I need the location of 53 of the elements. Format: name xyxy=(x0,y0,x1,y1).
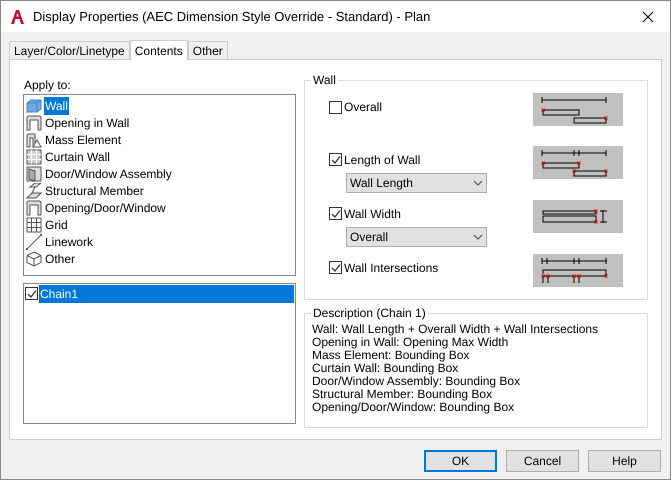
list-item[interactable]: Curtain Wall xyxy=(44,148,111,166)
chevron-down-icon xyxy=(473,180,483,186)
door-icon xyxy=(26,166,42,182)
checkbox[interactable] xyxy=(329,261,342,274)
description-line: Wall: Wall Length + Overall Width + Wall Intersections xyxy=(312,323,600,336)
list-item[interactable]: Grid xyxy=(44,216,69,234)
checkbox[interactable] xyxy=(329,207,342,220)
option-label: Wall Intersections xyxy=(344,260,438,276)
description-line: Opening/Door/Window: Bounding Box xyxy=(312,401,516,414)
chevron-down-icon xyxy=(473,234,483,240)
opening-icon xyxy=(26,200,42,216)
dropdown[interactable]: Overall xyxy=(346,226,487,246)
description-line: Structural Member: Bounding Box xyxy=(312,388,492,401)
option-label: Length of Wall xyxy=(344,152,420,168)
list-item[interactable]: Structural Member xyxy=(44,182,145,200)
group-title: Description (Chain 1) xyxy=(311,306,428,320)
curtain-grid-icon xyxy=(26,148,42,164)
checkbox[interactable] xyxy=(25,287,38,300)
window-title: Display Properties (AEC Dimension Style Override - Standard) - Plan xyxy=(33,8,432,26)
opening-icon xyxy=(26,114,42,130)
description-line: Opening in Wall: Opening Max Width xyxy=(312,336,510,349)
beam-icon xyxy=(26,182,42,198)
list-item[interactable]: Other xyxy=(44,250,76,268)
list-item[interactable]: Door/Window Assembly xyxy=(44,164,173,182)
wall-block-icon xyxy=(26,98,42,114)
option-label: Wall Width xyxy=(344,206,401,222)
line-icon xyxy=(26,234,42,250)
description-line: Curtain Wall: Bounding Box xyxy=(312,362,460,375)
list-item[interactable]: Wall xyxy=(44,96,69,114)
tab[interactable]: Other xyxy=(188,41,228,59)
cube-icon xyxy=(26,250,42,266)
option-label: Overall xyxy=(344,99,382,116)
tab[interactable]: Layer/Color/Linetype xyxy=(9,41,130,59)
description-line: Door/Window Assembly: Bounding Box xyxy=(312,375,522,388)
tab[interactable]: Contents xyxy=(130,40,188,60)
mass-shapes-icon xyxy=(26,132,42,148)
dialog-button[interactable]: OK xyxy=(424,450,497,472)
list-item[interactable]: Linework xyxy=(44,232,94,250)
dropdown[interactable]: Wall Length xyxy=(346,172,487,192)
grid-icon xyxy=(26,216,42,232)
apply-to-label: Apply to: xyxy=(23,77,72,94)
dialog-button[interactable]: Help xyxy=(588,450,661,472)
description-line: Mass Element: Bounding Box xyxy=(312,349,470,362)
list-item[interactable]: Chain1 xyxy=(39,284,294,302)
checkbox[interactable] xyxy=(329,100,342,114)
app-logo-icon xyxy=(9,8,25,24)
list-item[interactable]: Opening/Door/Window xyxy=(44,198,167,216)
group-title: Wall xyxy=(311,73,338,87)
list-item[interactable]: Opening in Wall xyxy=(44,114,130,132)
close-icon[interactable] xyxy=(642,10,654,22)
dialog-button[interactable]: Cancel xyxy=(506,450,579,472)
list-item[interactable]: Mass Element xyxy=(44,130,122,148)
checkbox[interactable] xyxy=(329,153,342,166)
